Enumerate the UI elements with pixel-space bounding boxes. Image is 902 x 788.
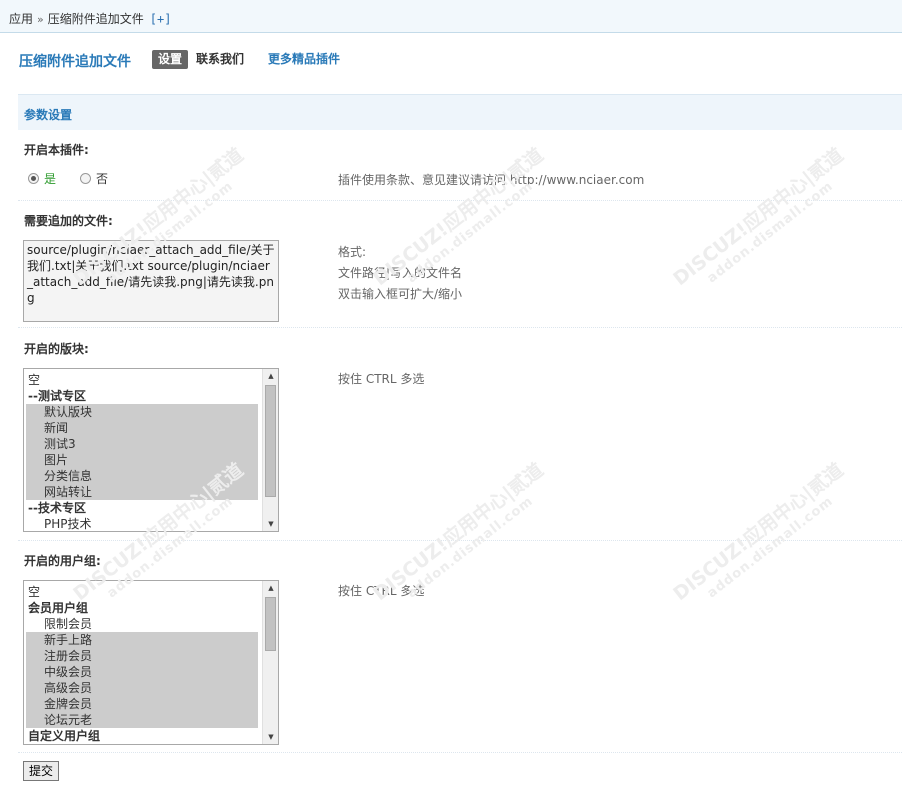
enable-plugin-label: 开启本插件: bbox=[24, 143, 89, 157]
scroll-down-icon[interactable]: ▼ bbox=[263, 517, 278, 531]
plugin-title: 压缩附件追加文件 bbox=[19, 54, 131, 70]
forums-multiselect[interactable]: 空 --测试专区 默认版块 新闻 测试3 图片 分类信息 网站转让 --技术专区 PHP技术 ▲ … bbox=[23, 368, 279, 532]
section-title: 参数设置 bbox=[24, 108, 73, 122]
enable-plugin-hint: 插件使用条款、意见建议请访问 http://www.nciaer.com bbox=[338, 173, 645, 187]
list-option[interactable]: PHP技术 bbox=[24, 516, 260, 531]
breadcrumb: 应用 » 压缩附件追加文件 [+] bbox=[9, 10, 171, 27]
list-option[interactable]: 金牌会员 bbox=[26, 696, 258, 712]
list-option[interactable]: 自定义用户组 bbox=[24, 728, 260, 744]
submit-button[interactable]: 提交 bbox=[23, 761, 59, 781]
files-hint: 格式: 文件路径|写入的文件名 双击输入框可扩大/缩小 bbox=[338, 242, 462, 305]
section-header: 参数设置 bbox=[18, 94, 902, 130]
row-divider bbox=[18, 327, 902, 328]
list-option[interactable]: --技术专区 bbox=[24, 500, 260, 516]
enable-no-label[interactable]: 否 bbox=[96, 172, 108, 186]
usergroups-multiselect[interactable]: 空会员用户组 限制会员 新手上路 注册会员 中级会员 高级会员 金牌会员 论坛元老 自定义用户组… bbox=[23, 580, 279, 745]
enable-yes-label[interactable]: 是 bbox=[44, 172, 56, 186]
list-option[interactable]: 新闻 bbox=[26, 420, 258, 436]
scroll-down-icon[interactable]: ▼ bbox=[263, 730, 278, 744]
list-option[interactable]: 图片 bbox=[26, 452, 258, 468]
scroll-thumb[interactable] bbox=[265, 597, 276, 651]
enable-plugin-radios: 是否 bbox=[28, 170, 108, 187]
scroll-thumb[interactable] bbox=[265, 385, 276, 497]
list-option[interactable]: 会员用户组 bbox=[24, 600, 260, 616]
files-hint-line: 文件路径|写入的文件名 bbox=[338, 266, 463, 280]
list-option[interactable]: 限制会员 bbox=[24, 616, 260, 632]
enable-no-radio[interactable] bbox=[80, 173, 92, 184]
list-option[interactable]: --测试专区 bbox=[24, 388, 260, 404]
scroll-up-icon[interactable]: ▲ bbox=[263, 581, 278, 595]
breadcrumb-current[interactable]: 压缩附件追加文件 bbox=[48, 12, 144, 26]
files-label: 需要追加的文件: bbox=[24, 214, 113, 228]
row-divider bbox=[18, 540, 902, 541]
list-option[interactable]: 注册会员 bbox=[26, 648, 258, 664]
files-textarea[interactable]: source/plugin/nciaer_attach_add_file/关于我… bbox=[23, 240, 279, 322]
list-option[interactable]: 默认版块 bbox=[26, 404, 258, 420]
list-option[interactable]: 中级会员 bbox=[26, 664, 258, 680]
plugin-tabs: 设置 联系我们 更多精品插件 bbox=[152, 50, 348, 69]
tab-more-plugins[interactable]: 更多精品插件 bbox=[262, 50, 346, 69]
usergroups-scrollbar[interactable]: ▲ ▼ bbox=[262, 581, 278, 744]
watermark-logo: DISCUZ!应用中心|贰道 addon.dismall.com bbox=[669, 144, 848, 291]
forums-label: 开启的版块: bbox=[24, 342, 89, 356]
list-option[interactable]: 网站转让 bbox=[26, 484, 258, 500]
tab-settings[interactable]: 设置 bbox=[152, 50, 189, 69]
list-option[interactable]: 空 bbox=[24, 584, 260, 600]
row-divider bbox=[18, 200, 902, 201]
row-divider bbox=[18, 752, 902, 753]
files-hint-line: 双击输入框可扩大/缩小 bbox=[338, 287, 463, 301]
forums-scrollbar[interactable]: ▲ ▼ bbox=[262, 369, 278, 531]
list-option[interactable]: 测试3 bbox=[26, 436, 258, 452]
list-option[interactable]: 新手上路 bbox=[26, 632, 258, 648]
scroll-up-icon[interactable]: ▲ bbox=[263, 369, 278, 383]
enable-yes-radio[interactable] bbox=[28, 173, 39, 184]
usergroups-hint: 按住 CTRL 多选 bbox=[338, 584, 425, 598]
top-bar: 应用 » 压缩附件追加文件 [+] bbox=[0, 0, 902, 33]
list-option[interactable]: 高级会员 bbox=[26, 680, 258, 696]
tab-contact-us[interactable]: 联系我们 bbox=[190, 50, 250, 69]
forums-hint: 按住 CTRL 多选 bbox=[338, 372, 425, 386]
list-option[interactable]: 分类信息 bbox=[26, 468, 258, 484]
add-shortcut-button[interactable]: [+] bbox=[150, 12, 172, 26]
list-option[interactable]: 论坛元老 bbox=[26, 712, 258, 728]
list-option[interactable]: 空 bbox=[24, 372, 260, 388]
files-hint-line: 格式: bbox=[338, 245, 367, 259]
breadcrumb-separator: » bbox=[37, 13, 44, 26]
usergroups-label: 开启的用户组: bbox=[24, 554, 101, 568]
breadcrumb-root[interactable]: 应用 bbox=[9, 12, 33, 26]
